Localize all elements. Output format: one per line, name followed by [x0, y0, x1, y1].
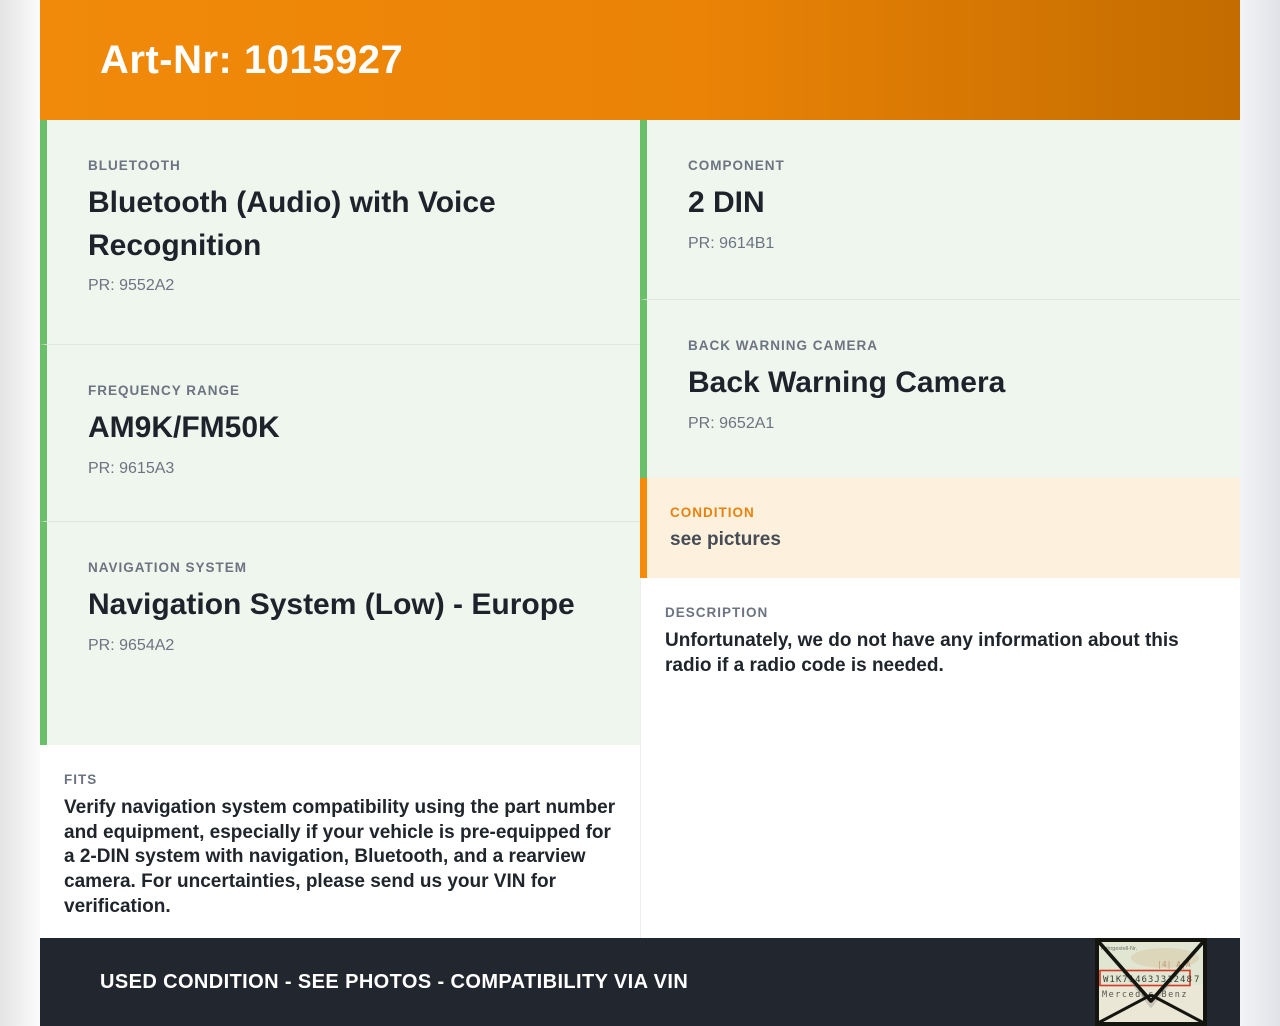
product-spec-page: Art-Nr: 1015927 BLUETOOTH Bluetooth (Aud… — [0, 0, 1280, 1026]
right-column: COMPONENT 2 DIN PR: 9614B1 BACK WARNING … — [640, 120, 1240, 938]
page-title: Art-Nr: 1015927 — [100, 37, 404, 82]
back-camera-label: BACK WARNING CAMERA — [688, 338, 878, 353]
back-camera-pr-code: PR: 9652A1 — [688, 414, 775, 432]
card-frequency-range: FREQUENCY RANGE AM9K/FM50K PR: 9615A3 — [40, 345, 640, 522]
card-condition: CONDITION see pictures — [640, 478, 1240, 578]
component-pr-code: PR: 9614B1 — [688, 234, 775, 252]
back-camera-title: Back Warning Camera — [688, 366, 1006, 399]
bluetooth-pr-code: PR: 9552A2 — [88, 277, 175, 295]
vin-text: W1K71463J31248 — [1103, 975, 1193, 985]
frequency-label: FREQUENCY RANGE — [88, 383, 241, 398]
condition-value: see pictures — [670, 529, 781, 550]
component-title: 2 DIN — [688, 186, 765, 219]
vin-document-envelope-thumbnail: Fahrgestell-Nr. |4| A|A W1K71463J31248 7… — [1095, 938, 1207, 1026]
footer-text: USED CONDITION - SEE PHOTOS - COMPATIBIL… — [100, 970, 689, 993]
description-label: DESCRIPTION — [665, 605, 769, 620]
footer-banner: USED CONDITION - SEE PHOTOS - COMPATIBIL… — [40, 938, 1240, 1026]
header-banner: Art-Nr: 1015927 — [40, 0, 1240, 120]
frequency-pr-code: PR: 9615A3 — [88, 459, 175, 477]
navigation-pr-code: PR: 9654A2 — [88, 636, 175, 654]
fits-label: FITS — [64, 772, 98, 787]
card-back-warning-camera: BACK WARNING CAMERA Back Warning Camera … — [640, 300, 1240, 478]
card-bluetooth: BLUETOOTH Bluetooth (Audio) with Voice R… — [40, 120, 640, 345]
bluetooth-label: BLUETOOTH — [88, 158, 181, 173]
condition-label: CONDITION — [670, 505, 755, 520]
card-description: DESCRIPTION Unfortunately, we do not hav… — [640, 578, 1240, 938]
bluetooth-title: Bluetooth (Audio) with Voice Recognition — [88, 186, 496, 262]
spec-columns: BLUETOOTH Bluetooth (Audio) with Voice R… — [40, 120, 1240, 938]
frequency-title: AM9K/FM50K — [88, 411, 280, 444]
envelope-icon: Fahrgestell-Nr. |4| A|A W1K71463J31248 7… — [1095, 938, 1207, 1026]
left-column: BLUETOOTH Bluetooth (Audio) with Voice R… — [40, 120, 640, 938]
navigation-label: NAVIGATION SYSTEM — [88, 560, 248, 575]
card-component: COMPONENT 2 DIN PR: 9614B1 — [640, 120, 1240, 300]
component-label: COMPONENT — [688, 158, 785, 173]
navigation-title: Navigation System (Low) - Europe — [88, 588, 575, 621]
fits-text: Verify navigation system compatibility u… — [64, 797, 616, 917]
description-text: Unfortunately, we do not have any inform… — [665, 630, 1179, 676]
spec-sheet: Art-Nr: 1015927 BLUETOOTH Bluetooth (Aud… — [40, 0, 1240, 1026]
vin-suffix-text: 7 — [1194, 975, 1199, 985]
card-navigation-system: NAVIGATION SYSTEM Navigation System (Low… — [40, 522, 640, 745]
card-fits: FITS Verify navigation system compatibil… — [40, 745, 640, 938]
